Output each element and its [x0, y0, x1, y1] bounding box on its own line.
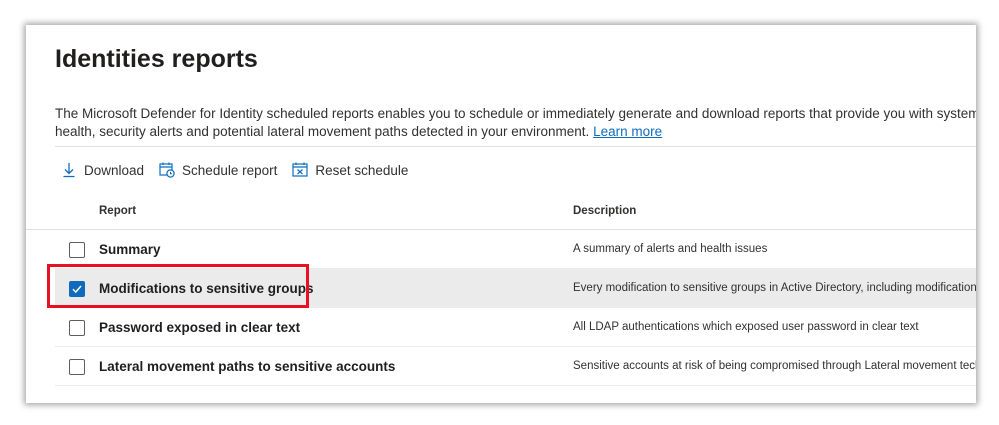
table-row[interactable]: Lateral movement paths to sensitive acco…	[55, 347, 976, 386]
schedule-report-button[interactable]: Schedule report	[158, 161, 277, 179]
row-checkbox[interactable]	[69, 359, 85, 375]
table-header: Report Description	[26, 193, 976, 230]
calendar-cancel-icon	[291, 161, 309, 179]
toolbar: Download Schedule report Reset schedule	[60, 158, 422, 182]
page-title: Identities reports	[55, 45, 258, 73]
description-text: health, security alerts and potential la…	[55, 124, 590, 139]
report-description: Sensitive accounts at risk of being comp…	[573, 360, 976, 372]
report-description: All LDAP authentications which exposed u…	[573, 321, 919, 333]
column-header-description[interactable]: Description	[573, 205, 636, 217]
download-button[interactable]: Download	[60, 161, 144, 179]
reset-schedule-label: Reset schedule	[315, 162, 409, 178]
report-name: Summary	[99, 242, 161, 257]
download-icon	[60, 161, 78, 179]
learn-more-link[interactable]: Learn more	[593, 124, 662, 139]
column-header-report[interactable]: Report	[99, 205, 136, 217]
report-name: Lateral movement paths to sensitive acco…	[99, 359, 396, 374]
row-checkbox[interactable]	[69, 242, 85, 258]
divider	[55, 146, 976, 147]
reset-schedule-button[interactable]: Reset schedule	[291, 161, 408, 179]
report-description: Every modification to sensitive groups i…	[573, 282, 976, 294]
schedule-report-label: Schedule report	[182, 162, 278, 178]
annotation-highlight-box	[47, 264, 309, 308]
description-line-1: The Microsoft Defender for Identity sche…	[55, 106, 976, 121]
description-line-2: health, security alerts and potential la…	[55, 123, 976, 141]
page-description: The Microsoft Defender for Identity sche…	[55, 105, 976, 141]
reports-panel: Identities reports The Microsoft Defende…	[26, 25, 976, 403]
report-description: A summary of alerts and health issues	[573, 243, 768, 255]
table-row[interactable]: Password exposed in clear text All LDAP …	[55, 308, 976, 347]
calendar-clock-icon	[158, 161, 176, 179]
row-checkbox[interactable]	[69, 320, 85, 336]
download-label: Download	[84, 162, 145, 178]
report-name: Password exposed in clear text	[99, 320, 301, 335]
